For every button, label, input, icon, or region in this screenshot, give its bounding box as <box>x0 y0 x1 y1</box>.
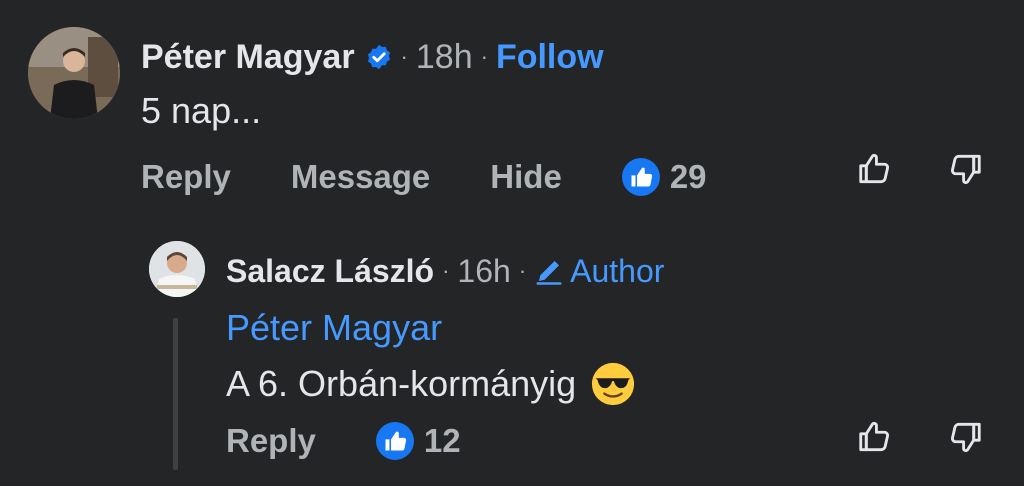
reply-header: Salacz László · 16h · Author <box>226 248 664 294</box>
reply-text: A 6. Orbán-kormányig <box>226 363 577 404</box>
follow-button[interactable]: Follow <box>496 38 604 77</box>
reply-text-line: A 6. Orbán-kormányig <box>226 360 636 408</box>
comment-actions: Reply Message Hide 29 <box>141 154 707 200</box>
comment-thread: Péter Magyar · 18h · Follow 5 nap... Rep… <box>0 0 1024 486</box>
timestamp[interactable]: 18h <box>416 38 473 77</box>
thumbs-up-icon[interactable] <box>856 150 894 188</box>
hide-button[interactable]: Hide <box>490 158 562 196</box>
separator-dot: · <box>518 258 527 283</box>
author-name[interactable]: Péter Magyar <box>141 38 355 77</box>
avatar-photo <box>149 241 205 297</box>
reply-button[interactable]: Reply <box>141 158 231 196</box>
thumbs-up-icon[interactable] <box>856 418 894 456</box>
reply-timestamp[interactable]: 16h <box>457 253 510 290</box>
like-count: 29 <box>669 158 707 195</box>
reply-avatar[interactable] <box>149 241 205 297</box>
like-count: 12 <box>423 422 461 459</box>
quote-thread-line <box>173 318 178 470</box>
reply-author-name[interactable]: Salacz László <box>226 253 434 290</box>
like-reaction-icon <box>621 158 660 196</box>
verified-badge-icon <box>367 44 390 70</box>
pencil-icon <box>536 261 562 285</box>
separator-dot: · <box>400 44 408 69</box>
smiling-face-with-sunglasses-icon <box>592 362 635 406</box>
comment-text: 5 nap... <box>141 90 262 131</box>
comment-header: Péter Magyar · 18h · Follow <box>141 34 604 80</box>
author-badge: Author <box>570 252 665 289</box>
message-button[interactable]: Message <box>291 158 430 196</box>
thumbs-down-icon[interactable] <box>946 418 984 456</box>
reaction-summary[interactable]: 12 <box>375 422 461 460</box>
mention-link[interactable]: Péter Magyar <box>226 305 442 351</box>
like-reaction-icon <box>375 422 414 460</box>
reply-button[interactable]: Reply <box>226 422 316 460</box>
thumbs-down-icon[interactable] <box>946 150 984 188</box>
reply-actions: Reply 12 <box>226 418 461 464</box>
avatar[interactable] <box>28 27 120 119</box>
separator-dot: · <box>480 44 488 69</box>
separator-dot: · <box>442 258 450 283</box>
reaction-summary[interactable]: 29 <box>621 158 707 196</box>
avatar-photo <box>28 27 120 119</box>
